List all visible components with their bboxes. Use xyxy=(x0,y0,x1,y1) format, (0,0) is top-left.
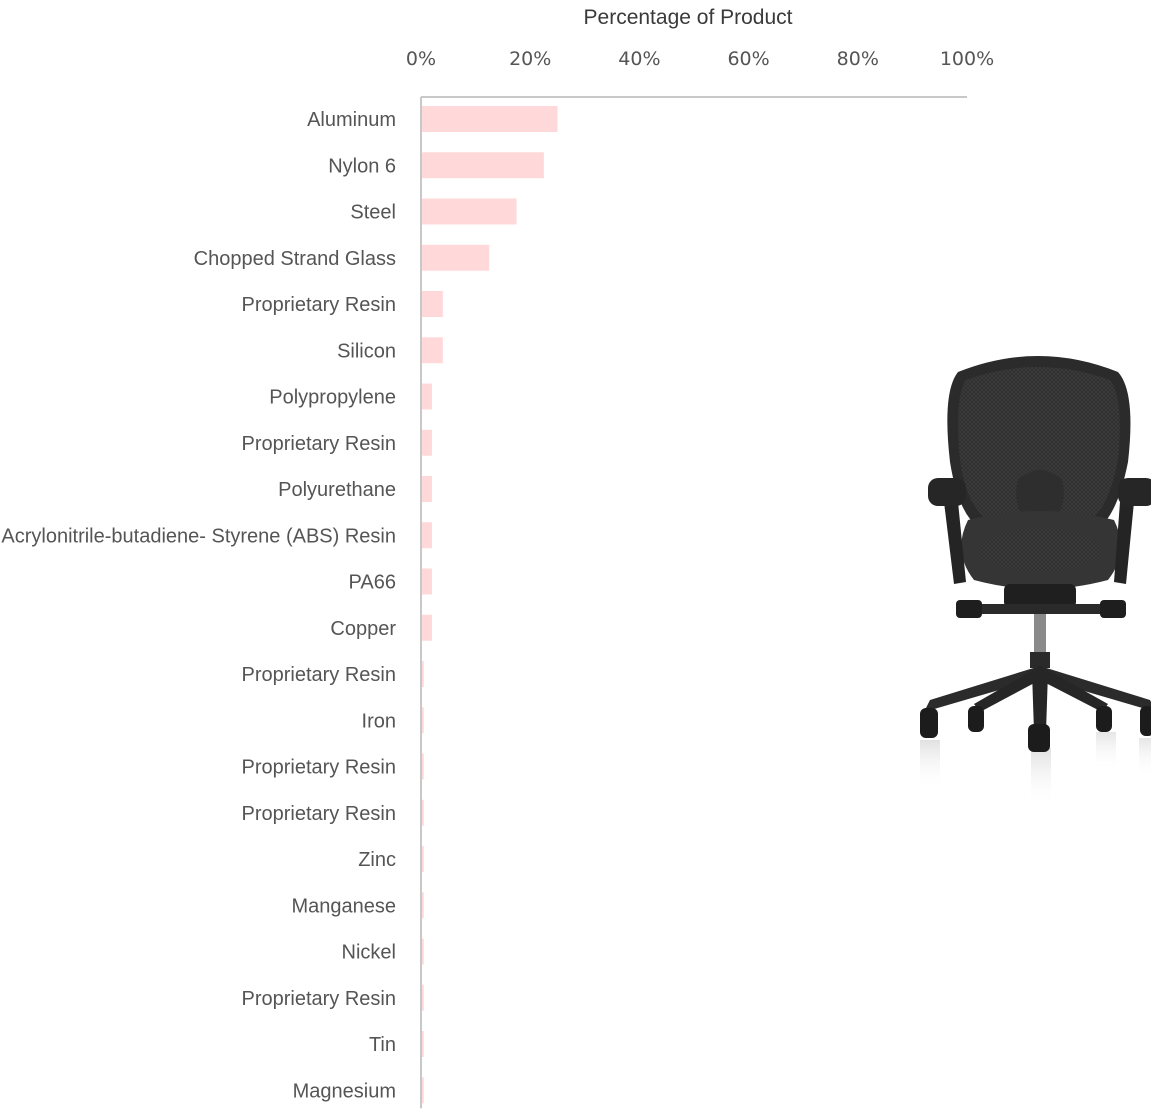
bar xyxy=(422,291,443,317)
x-tick-label: 80% xyxy=(837,48,879,70)
category-label: Proprietary Resin xyxy=(241,294,396,316)
x-tick-label: 40% xyxy=(618,48,660,70)
bar xyxy=(422,846,424,872)
bar xyxy=(422,383,432,410)
category-label: Proprietary Resin xyxy=(241,433,396,455)
bar xyxy=(422,476,432,502)
x-tick-label: 60% xyxy=(727,48,769,70)
bar xyxy=(422,429,432,456)
bar xyxy=(422,106,558,132)
bar xyxy=(422,244,490,271)
bar xyxy=(422,198,517,225)
x-tick-label: 0% xyxy=(406,48,436,70)
category-label: Polypropylene xyxy=(269,387,396,409)
bar xyxy=(422,1031,424,1057)
category-label: Proprietary Resin xyxy=(241,803,396,825)
chart-title: Percentage of Product xyxy=(584,6,793,29)
category-label: Zinc xyxy=(358,849,396,871)
bar xyxy=(422,337,443,364)
bar xyxy=(422,799,424,826)
category-label: Silicon xyxy=(337,340,396,362)
bar xyxy=(422,984,424,1011)
category-label: Acrylonitrile-butadiene- Styrene (ABS) R… xyxy=(1,525,396,547)
category-label: PA66 xyxy=(349,572,396,594)
bar xyxy=(422,661,424,687)
bar xyxy=(422,568,432,595)
bar xyxy=(422,522,432,549)
office-chair-icon xyxy=(920,356,1151,808)
category-label: Nickel xyxy=(342,942,396,964)
category-label: Steel xyxy=(350,202,396,224)
x-tick-label: 100% xyxy=(940,48,994,70)
bar xyxy=(422,892,424,919)
category-label: Copper xyxy=(330,618,396,640)
bar xyxy=(422,938,424,965)
bar xyxy=(422,1077,424,1104)
category-label: Manganese xyxy=(291,895,396,917)
category-label: Proprietary Resin xyxy=(241,988,396,1010)
category-label: Magnesium xyxy=(293,1080,396,1102)
x-axis-ticks: 0% 20% 40% 60% 80% 100% xyxy=(406,48,994,70)
bar xyxy=(422,152,544,179)
category-label: Polyurethane xyxy=(278,479,396,501)
bars xyxy=(422,106,558,1104)
bar xyxy=(422,753,424,780)
category-label: Proprietary Resin xyxy=(241,664,396,686)
category-label: Iron xyxy=(362,710,396,732)
category-labels: Aluminum Nylon 6 Steel Chopped Strand Glass… xyxy=(1,109,396,1102)
category-label: Aluminum xyxy=(307,109,396,131)
bar xyxy=(422,614,432,641)
category-label: Chopped Strand Glass xyxy=(194,248,396,270)
category-label: Proprietary Resin xyxy=(241,757,396,779)
category-label: Nylon 6 xyxy=(328,155,396,177)
x-tick-label: 20% xyxy=(509,48,551,70)
category-label: Tin xyxy=(369,1034,396,1056)
bar xyxy=(422,707,424,734)
bar-chart: Percentage of Product 0% 20% 40% 60% 80% 100%… xyxy=(1,6,1151,1109)
